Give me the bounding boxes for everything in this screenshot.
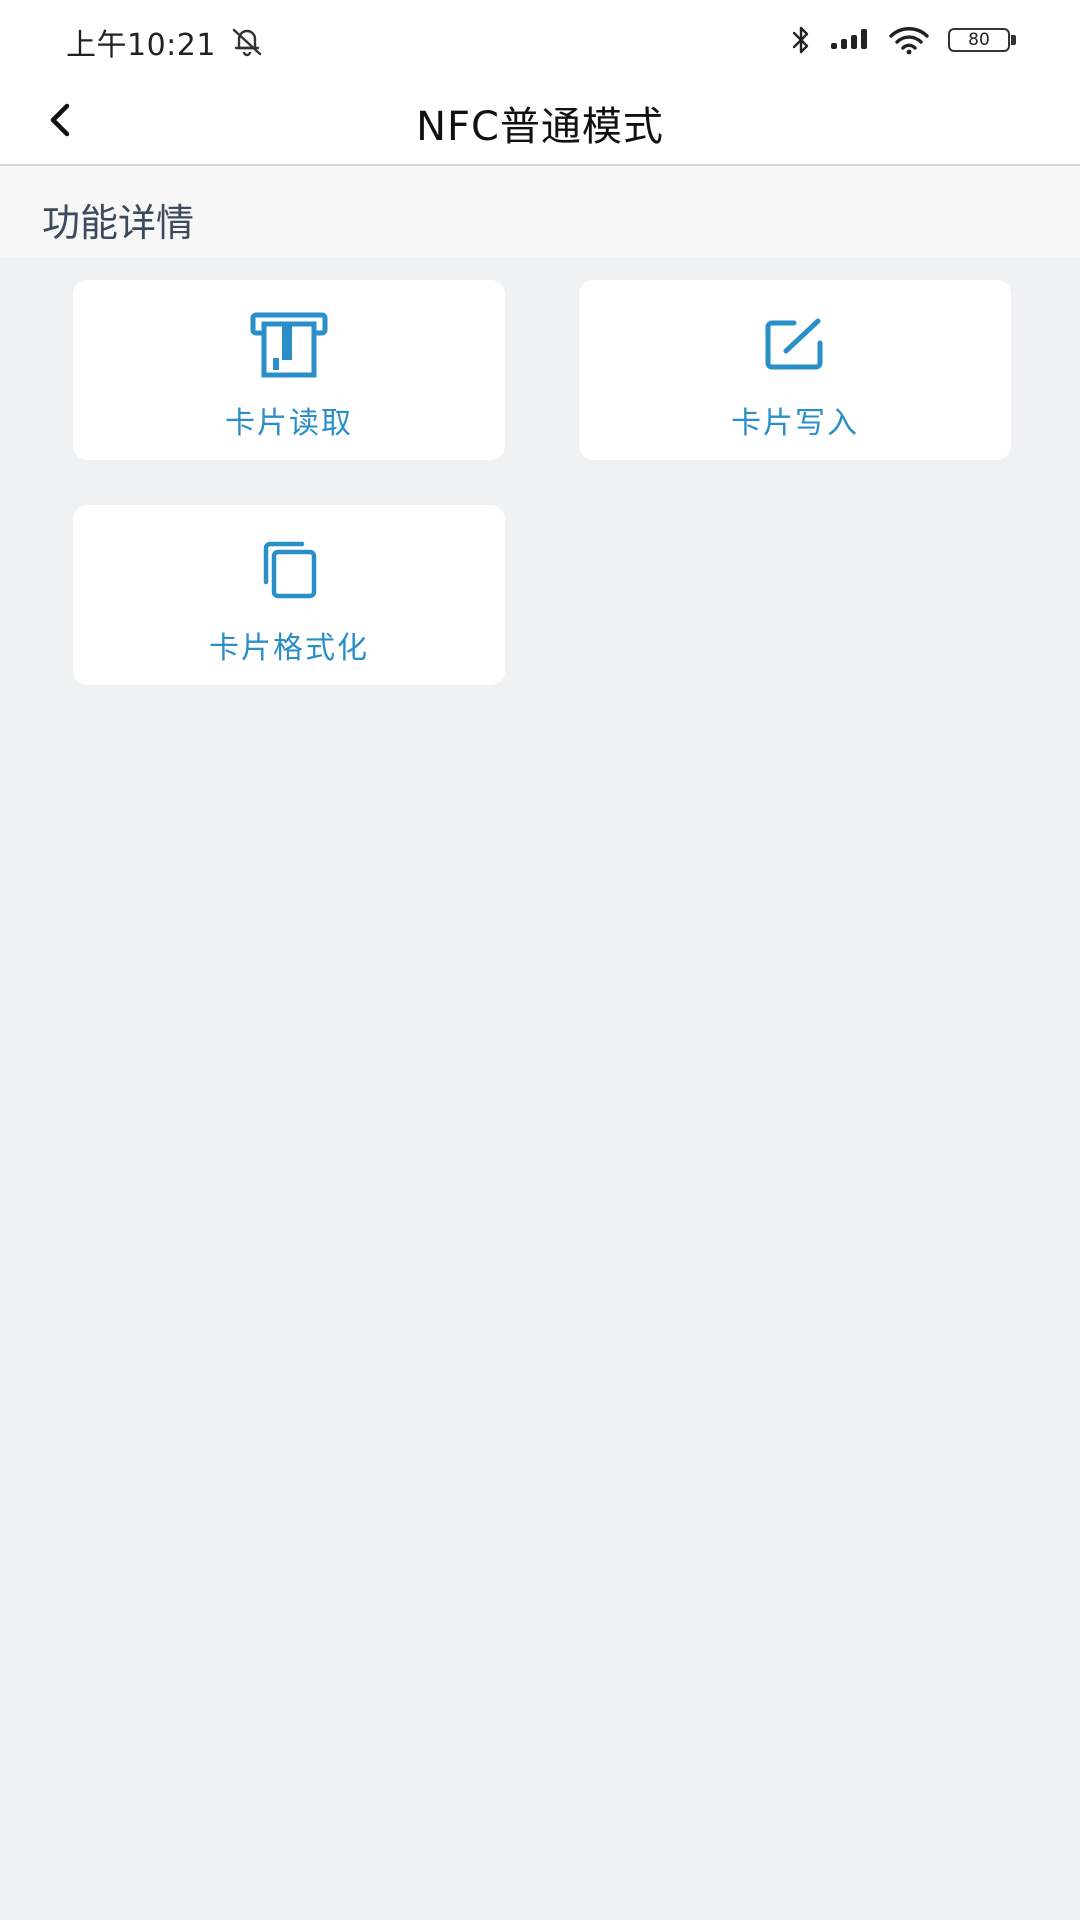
battery-cap	[1011, 35, 1016, 45]
battery-level: 80	[968, 29, 990, 50]
card-format-tile[interactable]: 卡片格式化	[73, 505, 505, 685]
card-read-icon	[249, 310, 329, 380]
status-time: 上午10:21	[66, 28, 216, 63]
edit-icon	[755, 310, 835, 380]
header-bar: NFC普通模式	[0, 80, 1080, 166]
status-icons: 80	[790, 22, 1016, 58]
card-read-label: 卡片读取	[225, 406, 353, 441]
card-read-tile[interactable]: 卡片读取	[73, 280, 505, 460]
card-write-tile[interactable]: 卡片写入	[579, 280, 1011, 460]
card-format-label: 卡片格式化	[209, 631, 369, 666]
status-bar: 上午10:21 80	[0, 0, 1080, 80]
wifi-icon	[888, 25, 930, 55]
section-header: 功能详情	[0, 166, 1080, 258]
section-title: 功能详情	[42, 201, 195, 245]
card-write-label: 卡片写入	[731, 406, 859, 441]
bluetooth-icon	[790, 24, 812, 56]
bell-off-icon	[230, 24, 264, 58]
copy-icon	[249, 535, 329, 605]
battery-icon: 80	[948, 28, 1010, 52]
page-title: NFC普通模式	[416, 104, 664, 150]
signal-icon	[830, 27, 870, 53]
